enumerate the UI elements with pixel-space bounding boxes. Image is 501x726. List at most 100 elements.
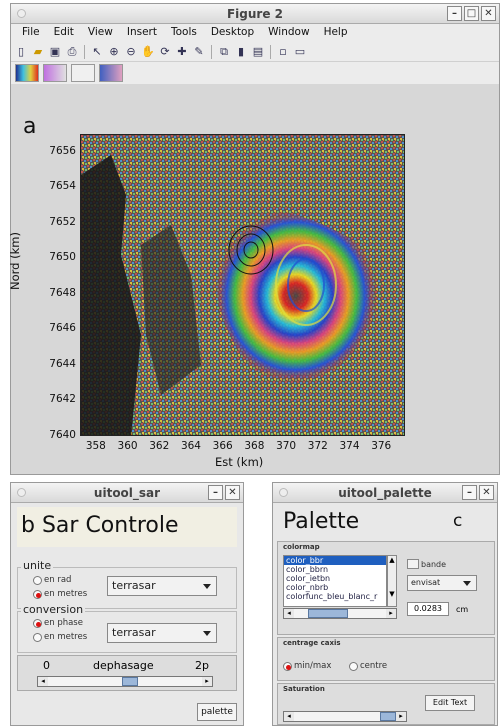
hide-plot-tools-icon[interactable]: ▫	[276, 45, 290, 59]
radio-circle[interactable]	[349, 661, 358, 671]
zoom-in-icon[interactable]: ⊕	[107, 45, 121, 59]
custom-toolbar	[11, 62, 499, 84]
x-tick-label: 366	[212, 440, 233, 452]
radio-en-metres-2[interactable]: en metres	[33, 632, 87, 642]
radio-circle[interactable]	[33, 575, 42, 585]
close-button[interactable]: ✕	[225, 485, 240, 500]
list-item[interactable]: color_bbr	[284, 556, 386, 565]
menu-help[interactable]: Help	[317, 24, 355, 42]
unite-select[interactable]: terrasar	[107, 576, 217, 596]
x-tick-label: 360	[117, 440, 138, 452]
chevron-down-icon	[463, 581, 471, 586]
figure-titlebar[interactable]: Figure 2 – □ ✕	[11, 4, 499, 24]
menu-view[interactable]: View	[81, 24, 120, 42]
dephasage-slider[interactable]: ◂ ▸	[37, 676, 213, 687]
y-tick-label: 7656	[49, 144, 76, 157]
saturation-label: Saturation	[283, 685, 325, 693]
palette-button[interactable]: palette	[197, 703, 237, 721]
list-item[interactable]: color_nbrb	[284, 583, 386, 592]
maximize-button[interactable]: □	[464, 6, 479, 21]
saturation-slider[interactable]: ◂ ▸	[283, 711, 407, 722]
panel-letter-a: a	[23, 114, 37, 139]
scroll-left-arrow-icon[interactable]: ◂	[284, 609, 294, 618]
pan-hand-icon[interactable]: ✋	[141, 45, 155, 59]
close-button[interactable]: ✕	[481, 6, 496, 21]
slider-min-label: 0	[43, 659, 50, 672]
open-file-icon[interactable]: ▰	[31, 45, 45, 59]
menu-desktop[interactable]: Desktop	[204, 24, 261, 42]
show-plot-tools-icon[interactable]: ▭	[293, 45, 307, 59]
value-field[interactable]: 0.0283	[407, 602, 449, 616]
menu-tools[interactable]: Tools	[164, 24, 204, 42]
panel-letter-c: c	[453, 511, 463, 531]
slider-thumb[interactable]	[380, 712, 396, 721]
scroll-up-arrow-icon[interactable]: ▲	[388, 556, 396, 564]
chevron-down-icon	[203, 631, 211, 636]
listbox-vscroll[interactable]: ▲ ▼	[387, 555, 397, 607]
radio-circle-selected[interactable]	[33, 589, 42, 599]
listbox-hscroll[interactable]: ◂ ▸	[283, 608, 397, 619]
slider-max-label: 2p	[195, 659, 209, 672]
y-tick-label: 7654	[49, 180, 76, 193]
list-item[interactable]: color_ietbn	[284, 574, 386, 583]
radio-circle-selected[interactable]	[283, 661, 292, 671]
slider-right-arrow-icon[interactable]: ▸	[202, 677, 212, 686]
new-figure-icon[interactable]: ▯	[14, 45, 28, 59]
sensor-select[interactable]: envisat	[407, 575, 477, 591]
roi-icon[interactable]	[43, 64, 67, 82]
hscroll-thumb[interactable]	[308, 609, 348, 618]
colormap-listbox[interactable]: color_bbr color_bbrn color_ietbn color_n…	[283, 555, 387, 607]
legend-icon[interactable]: ▤	[251, 45, 265, 59]
zoom-out-icon[interactable]: ⊖	[124, 45, 138, 59]
y-tick-label: 7652	[49, 215, 76, 228]
bande-checkbox[interactable]: bande	[407, 559, 446, 569]
radio-centre[interactable]: centre	[349, 661, 387, 671]
x-tick-label: 358	[85, 440, 106, 452]
tools-wrench-icon[interactable]	[71, 64, 95, 82]
radio-en-metres[interactable]: en metres	[33, 589, 87, 599]
y-tick-label: 7648	[49, 286, 76, 299]
radio-circle-selected[interactable]	[33, 618, 42, 628]
x-tick-label: 372	[307, 440, 328, 452]
slider-left-arrow-icon[interactable]: ◂	[284, 712, 294, 721]
interferogram-axes[interactable]	[80, 134, 405, 436]
checkbox-box[interactable]	[407, 559, 419, 569]
print-icon[interactable]: ⎙	[65, 45, 79, 59]
rotate-3d-icon[interactable]: ⟳	[158, 45, 172, 59]
save-icon[interactable]: ▣	[48, 45, 62, 59]
slider-thumb[interactable]	[122, 677, 138, 686]
minimize-button[interactable]: –	[208, 485, 223, 500]
slider-left-arrow-icon[interactable]: ◂	[38, 677, 48, 686]
x-tick-label: 376	[371, 440, 392, 452]
brush-icon[interactable]: ✎	[192, 45, 206, 59]
scroll-right-arrow-icon[interactable]: ▸	[386, 609, 396, 618]
minimize-button[interactable]: –	[462, 485, 477, 500]
sar-titlebar[interactable]: uitool_sar – ✕	[11, 483, 243, 503]
unite-label: unite	[21, 559, 54, 572]
colormap-swatch-icon[interactable]	[15, 64, 39, 82]
link-plot-icon[interactable]: ⧉	[217, 45, 231, 59]
scroll-down-arrow-icon[interactable]: ▼	[388, 590, 396, 598]
colorbar-icon[interactable]: ▮	[234, 45, 248, 59]
palette-titlebar[interactable]: uitool_palette – ✕	[273, 483, 497, 503]
edit-text-button[interactable]: Edit Text	[425, 695, 475, 711]
menu-file[interactable]: File	[15, 24, 47, 42]
figure-title: Figure 2	[226, 7, 284, 21]
menu-edit[interactable]: Edit	[47, 24, 81, 42]
radio-en-rad[interactable]: en rad	[33, 575, 71, 585]
slider-right-arrow-icon[interactable]: ▸	[396, 712, 406, 721]
sar-window: uitool_sar – ✕ b Sar Controle unite en r…	[10, 482, 244, 726]
radio-min-max[interactable]: min/max	[283, 661, 331, 671]
menu-insert[interactable]: Insert	[120, 24, 164, 42]
list-item[interactable]: colorfunc_bleu_blanc_r	[284, 592, 386, 601]
conversion-select[interactable]: terrasar	[107, 623, 217, 643]
menu-window[interactable]: Window	[261, 24, 316, 42]
list-item[interactable]: color_bbrn	[284, 565, 386, 574]
palette-panel-icon[interactable]	[99, 64, 123, 82]
data-cursor-icon[interactable]: ✚	[175, 45, 189, 59]
minimize-button[interactable]: –	[447, 6, 462, 21]
radio-circle[interactable]	[33, 632, 42, 642]
close-button[interactable]: ✕	[479, 485, 494, 500]
edit-plot-arrow-icon[interactable]: ↖	[90, 45, 104, 59]
radio-en-phase[interactable]: en phase	[33, 618, 83, 628]
